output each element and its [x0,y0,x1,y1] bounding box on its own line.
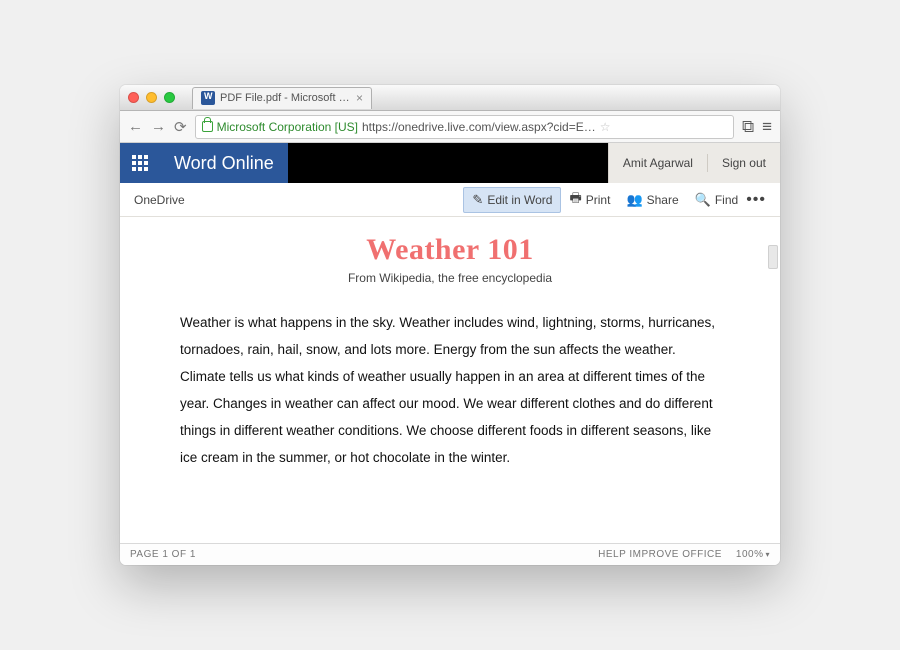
divider [707,154,708,172]
edit-label: Edit in Word [487,193,552,207]
header-spacer [288,143,608,183]
tab-strip: PDF File.pdf - Microsoft W… × [120,85,780,111]
annotation-arrow: ✎ Edit in Word [463,187,561,213]
doc-title: Weather 101 [180,233,720,267]
chevron-down-icon[interactable]: ▾ [765,550,770,559]
bookmark-star-icon[interactable]: ☆ [600,120,611,134]
forward-icon[interactable]: → [151,118,166,135]
word-favicon-icon [201,91,215,105]
sign-out-link[interactable]: Sign out [722,156,766,170]
print-label: Print [586,193,611,207]
url-text: https://onedrive.live.com/view.aspx?cid=… [362,120,596,134]
page-indicator[interactable]: PAGE 1 OF 1 [130,549,196,560]
zoom-level[interactable]: 100% [736,549,764,560]
waffle-icon [132,155,148,171]
share-icon: 👥 [626,192,642,208]
print-icon: 🖶 [569,189,581,211]
find-button[interactable]: 🔍 Find [687,188,747,212]
status-bar: PAGE 1 OF 1 HELP IMPROVE OFFICE 100% ▾ [120,543,780,565]
app-launcher-button[interactable] [120,143,160,183]
window-minimize-icon[interactable] [146,92,157,103]
document-viewport[interactable]: Weather 101 From Wikipedia, the free enc… [120,217,780,543]
app-header: Word Online Amit Agarwal Sign out [120,143,780,183]
document-page: Weather 101 From Wikipedia, the free enc… [120,217,780,471]
breadcrumb[interactable]: OneDrive [134,193,185,207]
window-close-icon[interactable] [128,92,139,103]
find-label: Find [715,193,738,207]
ev-cert-label: Microsoft Corporation [US] [217,120,358,134]
share-button[interactable]: 👥 Share [618,188,686,212]
help-improve-link[interactable]: HELP IMPROVE OFFICE [598,549,722,560]
browser-toolbar: ← → ⟳ Microsoft Corporation [US] https:/… [120,111,780,143]
reload-icon[interactable]: ⟳ [174,118,187,136]
lock-icon [202,121,213,132]
app-brand: Word Online [160,153,288,174]
browser-window: PDF File.pdf - Microsoft W… × ← → ⟳ Micr… [120,85,780,565]
user-name[interactable]: Amit Agarwal [623,156,693,170]
doc-body: Weather is what happens in the sky. Weat… [180,309,720,471]
extension-icon[interactable]: ⧉ [742,117,754,137]
tab-close-icon[interactable]: × [356,92,363,104]
scrollbar-handle[interactable] [768,245,778,269]
chrome-menu-icon[interactable]: ≡ [762,117,772,137]
command-bar: OneDrive ✎ Edit in Word 🖶 Print 👥 Sh [120,183,780,217]
more-menu-icon[interactable]: ••• [746,191,766,209]
doc-subtitle: From Wikipedia, the free encyclopedia [180,271,720,285]
window-zoom-icon[interactable] [164,92,175,103]
back-icon[interactable]: ← [128,118,143,135]
edit-in-word-button[interactable]: ✎ Edit in Word [463,187,561,213]
share-label: Share [647,193,679,207]
header-right: Amit Agarwal Sign out [608,143,780,183]
address-bar[interactable]: Microsoft Corporation [US] https://onedr… [195,115,734,139]
search-icon: 🔍 [695,192,711,208]
browser-tab[interactable]: PDF File.pdf - Microsoft W… × [192,87,372,109]
tab-title: PDF File.pdf - Microsoft W… [220,92,351,104]
pencil-icon: ✎ [472,192,483,208]
print-button[interactable]: 🖶 Print [561,185,618,215]
